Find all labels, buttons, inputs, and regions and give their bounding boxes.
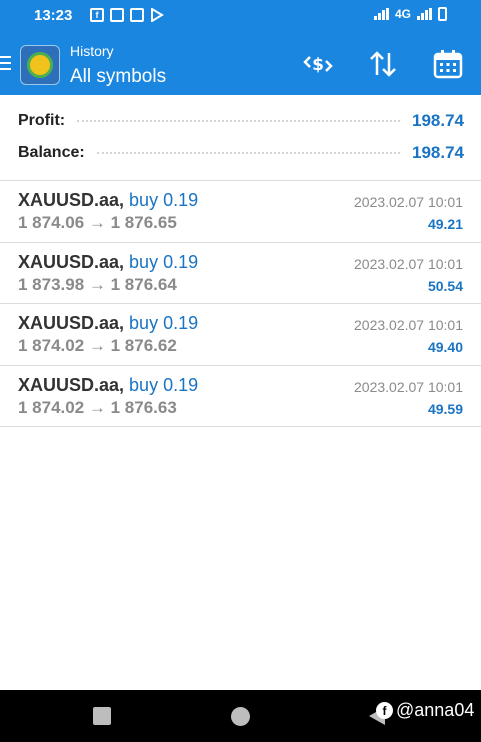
facebook-icon: f <box>90 8 104 22</box>
balance-label: Balance: <box>18 144 85 161</box>
deal-time: 2023.02.07 10:01 <box>354 194 463 210</box>
deal-symbol-line: XAUUSD.aa, buy 0.19 <box>18 252 198 273</box>
status-time: 13:23 <box>34 7 73 24</box>
profit-row: Profit: 198.74 <box>18 109 464 133</box>
deal-profit: 49.21 <box>427 216 463 232</box>
app-logo[interactable] <box>20 45 60 85</box>
messenger-icon <box>110 8 124 22</box>
deal-prices: 1 874.02 → 1 876.62 <box>18 336 177 355</box>
recents-button[interactable] <box>93 707 111 725</box>
battery-icon <box>438 7 447 21</box>
signal-icon <box>373 8 389 20</box>
system-nav-bar: f @anna04 <box>0 690 481 742</box>
deal-type: buy 0.19 <box>129 190 199 210</box>
deal-symbol: XAUUSD.aa, <box>18 251 125 272</box>
deal-symbol-line: XAUUSD.aa, buy 0.19 <box>18 190 198 211</box>
sort-icon[interactable] <box>367 48 399 80</box>
page-title[interactable]: All symbols <box>70 66 166 88</box>
deal-symbol-line: XAUUSD.aa, buy 0.19 <box>18 313 198 334</box>
summary-panel: Profit: 198.74 Balance: 198.74 <box>0 95 481 181</box>
notification-icons: f <box>90 8 164 22</box>
play-store-icon <box>151 8 164 22</box>
signal-icon <box>417 8 432 20</box>
deal-type: buy 0.19 <box>129 313 199 333</box>
balance-value: 198.74 <box>412 143 464 162</box>
deal-prices: 1 874.02 → 1 876.63 <box>18 397 177 417</box>
profit-value: 198.74 <box>412 111 464 130</box>
deal-type: buy 0.19 <box>129 374 199 395</box>
deal-profit: 49.59 <box>427 400 463 417</box>
deal-profit: 50.54 <box>427 277 463 294</box>
status-right: 4G <box>373 7 447 21</box>
balance-row: Balance: 198.74 <box>18 141 464 165</box>
watermark: f @anna04 <box>376 700 474 721</box>
deal-row[interactable]: XAUUSD.aa, buy 0.19 1 874.02 → 1 876.62 … <box>0 304 481 366</box>
deal-type: buy 0.19 <box>129 251 199 272</box>
deal-profit: 49.40 <box>427 339 463 355</box>
menu-icon[interactable] <box>0 56 11 70</box>
deal-symbol: XAUUSD.aa, <box>18 374 125 395</box>
deal-time: 2023.02.07 10:01 <box>354 317 463 333</box>
dotted-leader <box>96 152 400 154</box>
status-bar: 13:23 f 4G <box>0 0 481 32</box>
deal-row[interactable]: XAUUSD.aa, buy 0.19 1 873.98 → 1 876.64 … <box>0 243 481 304</box>
svg-text:$: $ <box>312 55 324 75</box>
deal-time: 2023.02.07 10:01 <box>354 255 463 272</box>
home-button[interactable] <box>231 707 250 726</box>
app-bar: History All symbols $ <box>0 32 481 95</box>
deal-time: 2023.02.07 10:01 <box>354 378 463 395</box>
watermark-text: @anna04 <box>396 700 475 720</box>
deal-symbol-line: XAUUSD.aa, buy 0.19 <box>18 375 198 396</box>
calendar-icon[interactable] <box>432 48 464 80</box>
page-subtitle: History <box>70 43 114 59</box>
deal-row[interactable]: XAUUSD.aa, buy 0.19 1 874.06 → 1 876.65 … <box>0 181 481 243</box>
messenger-icon <box>130 8 144 22</box>
dotted-leader <box>77 120 400 122</box>
deal-prices: 1 874.06 → 1 876.65 <box>18 213 177 232</box>
currency-exchange-icon[interactable]: $ <box>302 48 334 80</box>
deal-prices: 1 873.98 → 1 876.64 <box>18 274 177 294</box>
deal-symbol: XAUUSD.aa, <box>18 190 125 210</box>
network-type: 4G <box>394 7 411 21</box>
facebook-icon: f <box>376 702 393 719</box>
deals-list: XAUUSD.aa, buy 0.19 1 874.06 → 1 876.65 … <box>0 181 481 427</box>
profit-label: Profit: <box>18 112 66 129</box>
deal-row[interactable]: XAUUSD.aa, buy 0.19 1 874.02 → 1 876.63 … <box>0 366 481 427</box>
deal-symbol: XAUUSD.aa, <box>18 313 125 333</box>
